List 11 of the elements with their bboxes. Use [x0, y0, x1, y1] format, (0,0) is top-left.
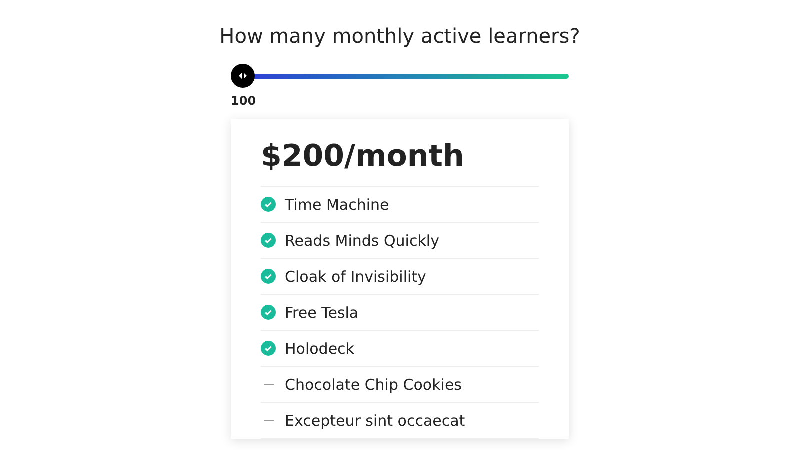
slider-value: 100: [231, 94, 256, 108]
feature-label: Excepteur sint occaecat: [285, 412, 466, 430]
feature-label: Free Tesla: [285, 304, 359, 322]
feature-label: Chocolate Chip Cookies: [285, 376, 462, 394]
feature-label: Cloak of Invisibility: [285, 268, 426, 286]
question-heading: How many monthly active learners?: [220, 24, 580, 48]
price: $200/month: [261, 139, 539, 187]
feature-label: Holodeck: [285, 340, 354, 358]
feature-label: Time Machine: [285, 196, 390, 214]
feature-label: Reads Minds Quickly: [285, 232, 440, 250]
slider-thumb[interactable]: [231, 64, 255, 88]
